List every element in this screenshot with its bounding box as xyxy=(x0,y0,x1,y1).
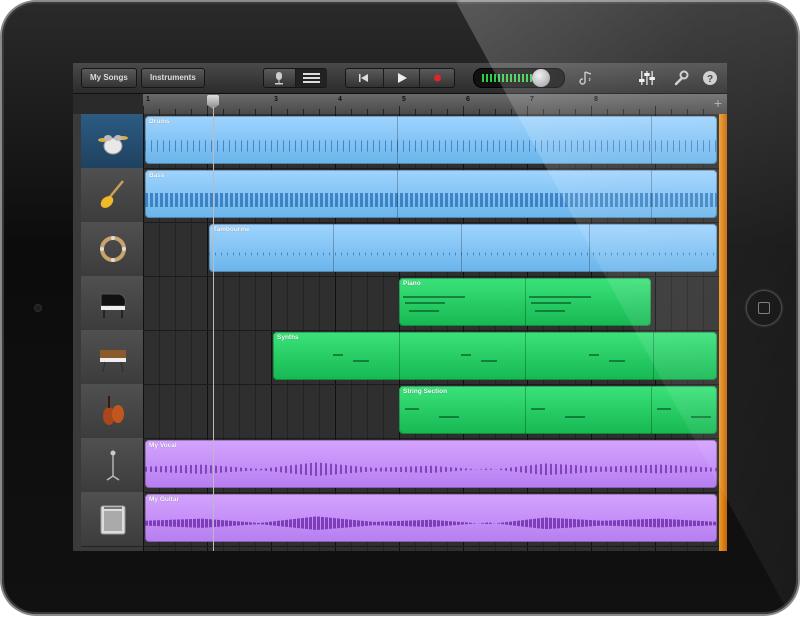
synthesizer-icon xyxy=(100,350,126,373)
ruler-tick xyxy=(143,106,144,114)
my-songs-button[interactable]: My Songs xyxy=(81,68,137,88)
metronome-icon[interactable] xyxy=(578,69,596,87)
track-list-icon xyxy=(303,73,320,83)
ruler-tick xyxy=(591,106,592,114)
audio-region-guitar[interactable]: My Guitar xyxy=(145,494,717,542)
guitar-amp-icon xyxy=(100,505,126,535)
track-lane: String Section xyxy=(143,384,719,439)
bar-number: 1 xyxy=(146,96,150,103)
audio-region-vocal[interactable]: My Vocal xyxy=(145,440,717,488)
region-label: Tambourine xyxy=(213,226,250,233)
bar-number: 4 xyxy=(338,96,342,103)
add-section-button[interactable]: + xyxy=(711,96,725,110)
midi-region-synths[interactable]: Synths xyxy=(273,332,717,380)
region-label: String Section xyxy=(403,388,448,395)
region-label: My Vocal xyxy=(149,442,177,449)
bar-number: 3 xyxy=(274,96,278,103)
ruler-tick xyxy=(527,106,528,114)
wrench-icon[interactable] xyxy=(672,69,690,87)
region-label: Synths xyxy=(277,334,299,341)
drum-kit-icon xyxy=(98,135,128,155)
help-icon[interactable]: ? xyxy=(701,69,719,87)
ruler-tick xyxy=(335,106,336,114)
instrument-view-button[interactable] xyxy=(264,69,294,87)
grand-piano-icon xyxy=(100,293,126,318)
track-header-synths[interactable] xyxy=(81,330,143,385)
bass-guitar-icon xyxy=(100,180,124,208)
ruler-tick xyxy=(207,106,208,114)
ruler-tick xyxy=(399,106,400,114)
master-volume-slider[interactable] xyxy=(473,68,565,88)
track-header-vocal[interactable] xyxy=(81,438,143,493)
bar-number: 5 xyxy=(402,96,406,103)
track-header-bass[interactable] xyxy=(81,168,143,223)
track-headers xyxy=(73,114,143,551)
ruler-tick xyxy=(271,106,272,114)
track-lane: Synths xyxy=(143,330,719,385)
home-button[interactable] xyxy=(746,290,782,326)
audio-region-drums[interactable]: Drums xyxy=(145,116,717,164)
volume-knob[interactable] xyxy=(532,69,550,87)
track-header-strings[interactable] xyxy=(81,384,143,439)
audio-region-tambourine[interactable]: Tambourine xyxy=(209,224,717,272)
region-label: Drums xyxy=(149,118,170,125)
view-toggle xyxy=(263,68,327,88)
level-meter xyxy=(482,74,532,82)
microphone-stand-icon xyxy=(106,450,120,481)
microphone-icon xyxy=(275,72,283,85)
track-header-tambourine[interactable] xyxy=(81,222,143,277)
garageband-screen: My Songs Instruments ? 1 3 4 5 6 7 8 + D… xyxy=(73,63,727,551)
tracks-view-button[interactable] xyxy=(295,69,327,87)
rewind-button[interactable] xyxy=(346,69,382,87)
svg-text:?: ? xyxy=(707,74,713,85)
tracks-area[interactable]: Drums Bass Tambourine Piano Synths Strin… xyxy=(143,114,719,551)
track-lane: My Vocal xyxy=(143,438,719,493)
record-button[interactable] xyxy=(419,69,455,87)
audio-region-bass[interactable]: Bass xyxy=(145,170,717,218)
midi-region-strings[interactable]: String Section xyxy=(399,386,717,434)
tambourine-icon xyxy=(100,236,126,262)
right-edge-bar xyxy=(719,114,727,551)
track-header-guitar[interactable] xyxy=(81,492,143,547)
track-lane: Bass xyxy=(143,168,719,223)
region-label: Piano xyxy=(403,280,421,287)
region-label: Bass xyxy=(149,172,165,179)
bar-number: 8 xyxy=(594,96,598,103)
violin-icon xyxy=(103,396,124,425)
playhead xyxy=(213,107,214,551)
track-lane: My Guitar xyxy=(143,492,719,547)
record-icon xyxy=(434,74,441,82)
ruler-tick xyxy=(463,106,464,114)
transport-controls xyxy=(345,68,455,88)
region-label: My Guitar xyxy=(149,496,179,503)
track-lane: Tambourine xyxy=(143,222,719,277)
timeline-ruler[interactable]: 1 2 3 4 5 6 7 8 + xyxy=(143,94,727,115)
play-icon xyxy=(398,73,407,83)
rewind-icon xyxy=(359,74,368,82)
mixer-sliders-icon[interactable] xyxy=(638,69,656,87)
ruler-tick xyxy=(655,106,656,114)
track-header-drums[interactable] xyxy=(81,114,143,169)
track-lane: Piano xyxy=(143,276,719,331)
camera-icon xyxy=(34,304,42,312)
track-header-piano[interactable] xyxy=(81,276,143,331)
track-lane: Drums xyxy=(143,114,719,169)
midi-region-piano[interactable]: Piano xyxy=(399,278,651,326)
play-button[interactable] xyxy=(383,69,419,87)
toolbar: My Songs Instruments ? xyxy=(73,63,727,94)
instruments-button[interactable]: Instruments xyxy=(141,68,205,88)
bar-number: 7 xyxy=(530,96,534,103)
bar-number: 6 xyxy=(466,96,470,103)
